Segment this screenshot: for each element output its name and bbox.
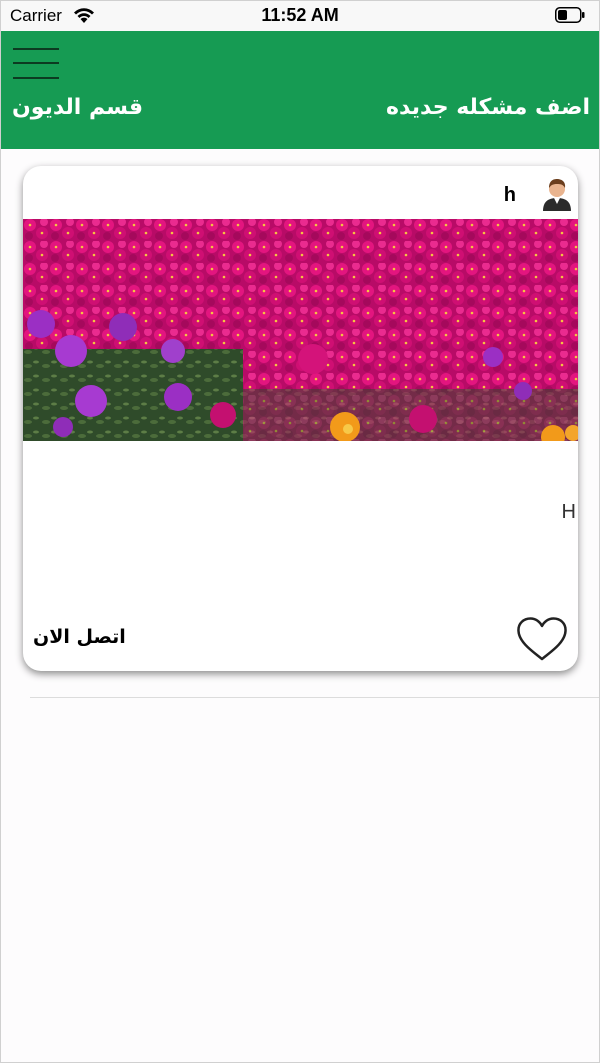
- post-card: h H اتصل الان: [23, 166, 578, 671]
- list-separator: [30, 697, 600, 698]
- heart-icon[interactable]: [515, 616, 569, 662]
- app-header: قسم الديون اضف مشكله جديده: [0, 31, 600, 149]
- battery-icon: [555, 7, 585, 23]
- clock: 11:52 AM: [261, 5, 339, 25]
- user-avatar-icon: [543, 179, 571, 211]
- post-text: H: [561, 501, 576, 523]
- hamburger-menu-icon[interactable]: [13, 48, 59, 79]
- section-title: قسم الديون: [12, 95, 144, 120]
- status-bar: Carrier 11:52 AM: [0, 0, 600, 31]
- call-now-button[interactable]: اتصل الان: [33, 626, 126, 648]
- post-author: h: [503, 184, 516, 206]
- add-new-problem-button[interactable]: اضف مشكله جديده: [386, 95, 590, 120]
- post-image: [23, 219, 578, 441]
